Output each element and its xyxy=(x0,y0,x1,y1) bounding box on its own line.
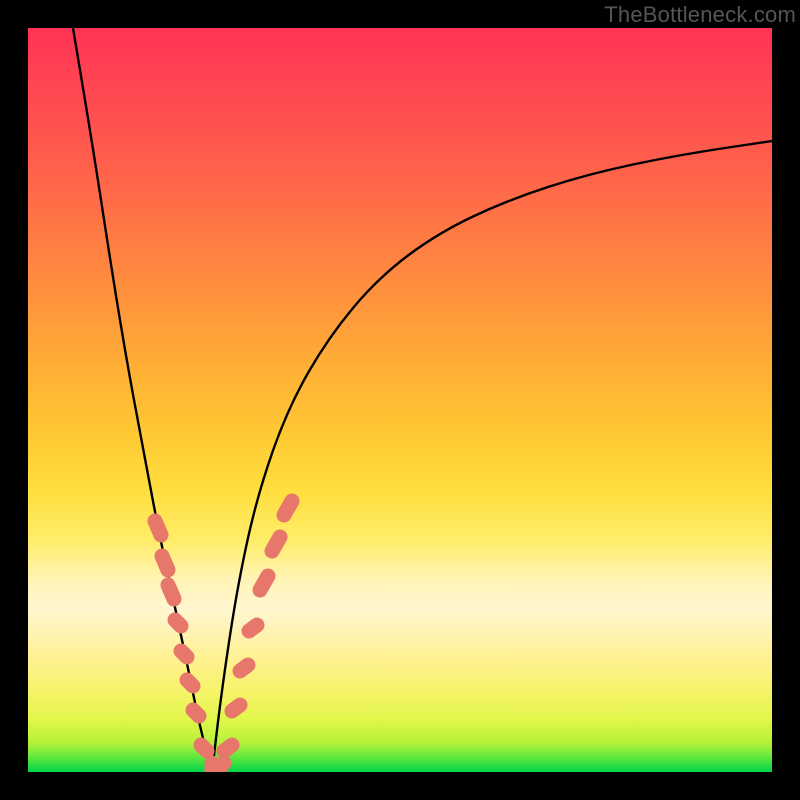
data-marker xyxy=(232,705,240,711)
data-marker xyxy=(181,651,187,657)
data-marker xyxy=(272,537,280,551)
data-marker xyxy=(224,745,232,751)
chart-frame xyxy=(28,28,772,772)
curve-group xyxy=(73,28,772,772)
data-marker xyxy=(240,665,248,671)
data-marker xyxy=(187,680,193,686)
data-marker xyxy=(216,763,224,772)
chart-curve-layer xyxy=(28,28,772,772)
watermark-text: TheBottleneck.com xyxy=(604,2,796,28)
data-marker xyxy=(260,576,268,590)
curve-right xyxy=(212,141,772,772)
data-marker xyxy=(168,585,174,599)
data-marker xyxy=(162,556,168,570)
data-marker xyxy=(284,501,292,515)
data-marker xyxy=(175,620,181,626)
data-marker xyxy=(201,745,207,751)
data-marker xyxy=(193,710,199,716)
data-marker xyxy=(249,625,257,631)
data-marker xyxy=(155,521,161,535)
dot-series xyxy=(155,501,292,772)
